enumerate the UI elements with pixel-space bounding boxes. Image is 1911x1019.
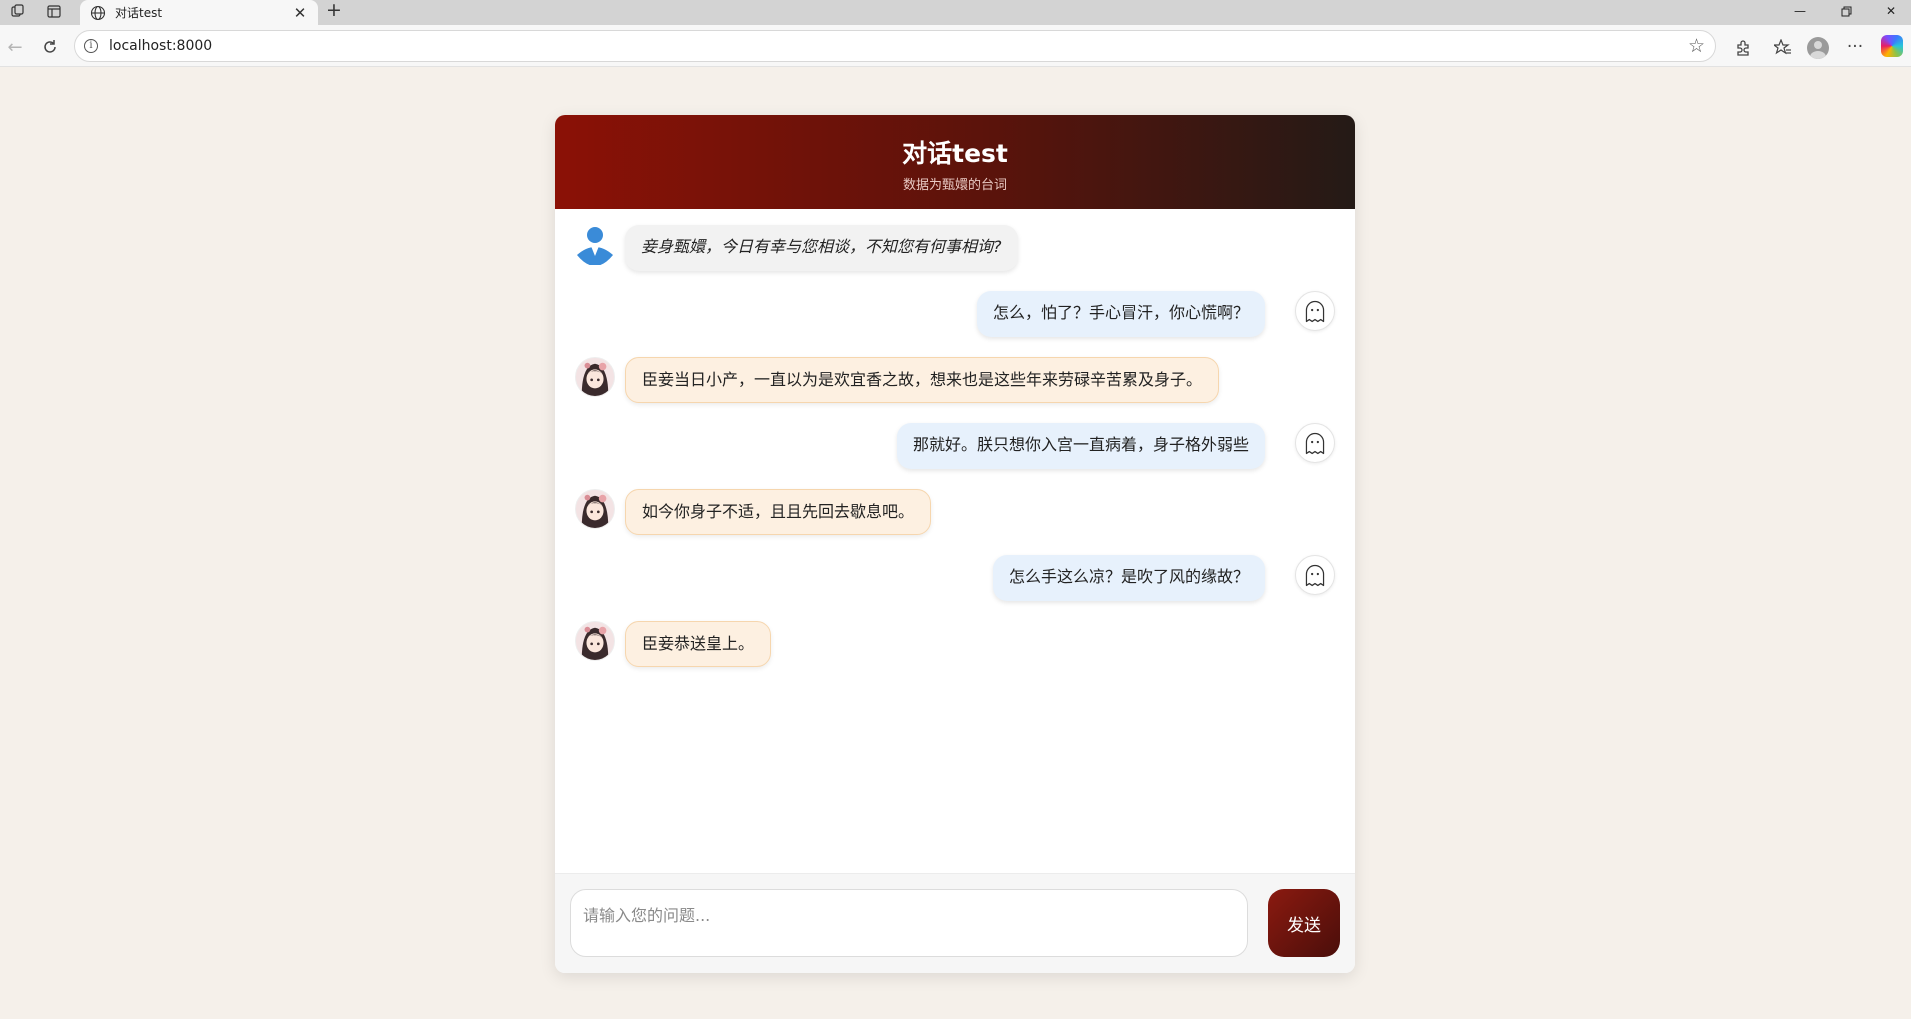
ghost-icon — [1295, 423, 1335, 463]
close-window-icon[interactable]: ✕ — [1871, 0, 1911, 22]
tab-title: 对话test — [115, 6, 163, 20]
message-user: 怎么，怕了？手心冒汗，你心慌啊？ — [575, 291, 1335, 337]
site-info-icon[interactable]: i — [84, 39, 98, 53]
more-menu-icon[interactable]: ··· — [1841, 33, 1869, 61]
message-bubble: 如今你身子不适，且且先回去歇息吧。 — [625, 489, 932, 535]
message-bot: 妾身甄嬛，今日有幸与您相谈，不知您有何事相询? — [575, 225, 1335, 271]
question-input[interactable] — [570, 889, 1248, 957]
browser-toolbar: ← i localhost:8000 ☆ ··· — [0, 25, 1911, 67]
workspaces-icon[interactable] — [3, 0, 33, 22]
ghost-icon — [1295, 291, 1335, 331]
chat-subtitle: 数据为甄嬛的台词 — [902, 178, 1007, 193]
ghost-icon — [1295, 555, 1335, 595]
close-tab-icon[interactable]: ✕ — [292, 4, 308, 22]
message-bot: 臣妾当日小产，一直以为是欢宜香之故，想来也是这些年来劳碌辛苦累及身子。 — [575, 357, 1335, 403]
person-icon — [577, 227, 613, 265]
refresh-icon[interactable] — [37, 34, 63, 60]
address-bar[interactable]: i localhost:8000 ☆ — [74, 30, 1716, 62]
chat-container: 对话test 数据为甄嬛的台词 妾身甄嬛，今日有幸与您相谈，不知您有何事相询? … — [555, 115, 1355, 973]
input-area: 发送 — [555, 873, 1355, 973]
message-bubble: 臣妾恭送皇上。 — [625, 621, 772, 667]
message-list: 妾身甄嬛，今日有幸与您相谈，不知您有何事相询? 怎么，怕了？手心冒汗，你心慌啊？ — [555, 209, 1355, 973]
favorites-icon[interactable] — [1769, 33, 1797, 61]
message-bubble: 怎么，怕了？手心冒汗，你心慌啊？ — [976, 291, 1265, 337]
new-tab-icon[interactable]: + — [326, 0, 342, 22]
extensions-icon[interactable] — [1729, 33, 1757, 61]
message-bot: 臣妾恭送皇上。 — [575, 621, 1335, 667]
anime-girl-avatar — [575, 621, 615, 661]
chat-title: 对话test — [902, 139, 1008, 168]
anime-girl-avatar — [575, 489, 615, 529]
profile-avatar[interactable] — [1807, 37, 1829, 59]
chat-header: 对话test 数据为甄嬛的台词 — [555, 115, 1355, 209]
copilot-icon[interactable] — [1881, 35, 1903, 57]
back-arrow-icon[interactable]: ← — [2, 34, 28, 60]
anime-girl-avatar — [575, 357, 615, 397]
message-bubble: 那就好。朕只想你入宫一直病着，身子格外弱些 — [896, 423, 1265, 469]
message-user: 怎么手这么凉？是吹了风的缘故？ — [575, 555, 1335, 601]
tab-active[interactable]: 对话test ✕ — [80, 0, 318, 25]
send-button[interactable]: 发送 — [1268, 889, 1340, 957]
globe-icon — [90, 5, 106, 20]
message-user: 那就好。朕只想你入宫一直病着，身子格外弱些 — [575, 423, 1335, 469]
url-text[interactable]: localhost:8000 — [109, 31, 212, 61]
minimize-icon[interactable]: — — [1780, 0, 1820, 22]
tab-actions-icon[interactable] — [39, 0, 69, 22]
message-bubble: 妾身甄嬛，今日有幸与您相谈，不知您有何事相询? — [625, 225, 1018, 271]
favorite-star-icon[interactable]: ☆ — [1688, 35, 1705, 57]
restore-icon[interactable] — [1826, 0, 1866, 22]
message-bubble: 怎么手这么凉？是吹了风的缘故？ — [992, 555, 1265, 601]
message-bubble: 臣妾当日小产，一直以为是欢宜香之故，想来也是这些年来劳碌辛苦累及身子。 — [625, 357, 1220, 403]
message-bot: 如今你身子不适，且且先回去歇息吧。 — [575, 489, 1335, 535]
browser-tab-bar: 对话test ✕ + — ✕ — [0, 0, 1911, 25]
